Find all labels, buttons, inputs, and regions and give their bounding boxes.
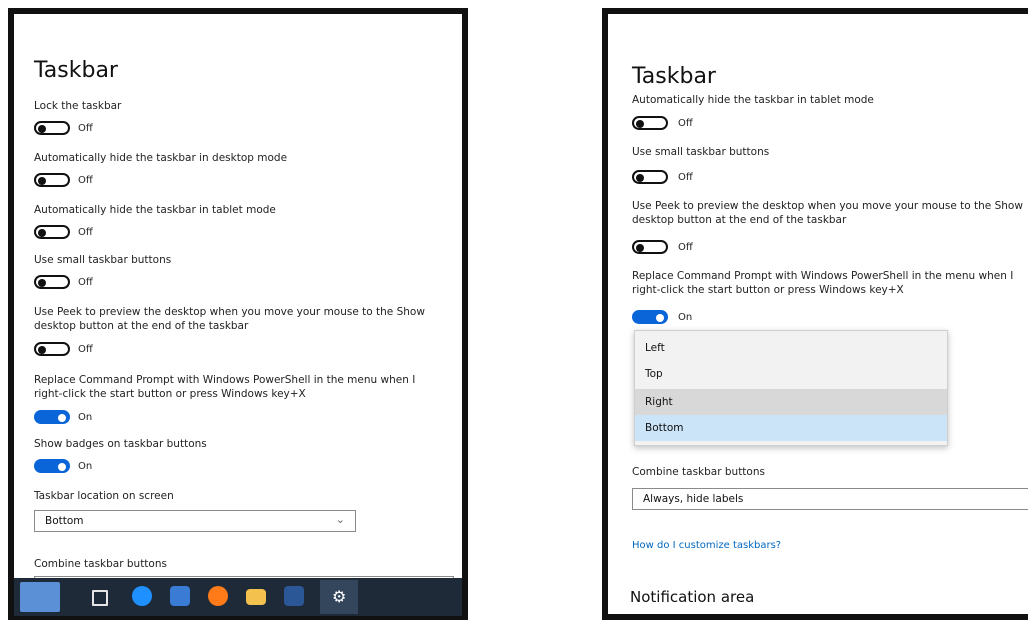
customize-help-link[interactable]: How do I customize taskbars? [632,540,781,551]
powershell-toggle[interactable] [632,310,668,324]
lock-taskbar-label: Lock the taskbar [34,100,122,112]
file-explorer-icon[interactable] [246,589,266,605]
autohide-tablet-toggle[interactable] [34,225,70,239]
autohide-desktop-toggle[interactable] [34,173,70,187]
lock-taskbar-state: Off [78,123,93,134]
powershell-state: On [678,312,693,323]
location-option-top[interactable]: Top [635,361,947,387]
powershell-label: Replace Command Prompt with Windows Powe… [632,270,1014,296]
small-buttons-label: Use small taskbar buttons [34,254,172,266]
autohide-desktop-state: Off [78,175,93,186]
peek-label: Use Peek to preview the desktop when you… [632,200,1023,226]
badges-toggle[interactable] [34,459,70,473]
small-buttons-toggle[interactable] [632,170,668,184]
peek-toggle[interactable] [632,240,668,254]
powershell-label: Replace Command Prompt with Windows Powe… [34,374,416,400]
small-buttons-state: Off [78,277,93,288]
combine-value: Always, hide labels [643,493,744,505]
peek-state: Off [78,344,93,355]
user-avatar-icon[interactable] [20,582,60,612]
windows-taskbar: ⚙ [14,578,462,616]
settings-app-button[interactable]: ⚙ [320,580,358,614]
peek-toggle[interactable] [34,342,70,356]
combine-label: Combine taskbar buttons [34,558,167,570]
chevron-down-icon: ⌄ [335,513,345,526]
page-title: Taskbar [632,64,716,89]
autohide-tablet-toggle[interactable] [632,116,668,130]
autohide-tablet-label: Automatically hide the taskbar in tablet… [34,204,276,216]
settings-icon: ⚙ [332,587,347,606]
combine-label: Combine taskbar buttons [632,466,765,478]
badges-label: Show badges on taskbar buttons [34,438,207,450]
location-label: Taskbar location on screen [34,490,174,502]
taskbar-location-select[interactable]: Bottom ⌄ [34,510,356,532]
peek-state: Off [678,242,693,253]
page-title: Taskbar [34,58,118,83]
location-option-bottom[interactable]: Bottom [635,415,947,441]
taskbar-location-value: Bottom [45,515,84,527]
task-view-icon[interactable] [92,590,108,606]
word-icon[interactable] [284,586,304,606]
autohide-tablet-state: Off [678,118,693,129]
notification-area-heading: Notification area [630,588,755,606]
store-icon[interactable] [170,586,190,606]
small-buttons-state: Off [678,172,693,183]
right-settings-window: Taskbar Automatically hide the taskbar i… [602,8,1028,620]
lock-taskbar-toggle[interactable] [34,121,70,135]
combine-select[interactable]: Always, hide labels [632,488,1028,510]
firefox-icon[interactable] [208,586,228,606]
autohide-tablet-state: Off [78,227,93,238]
small-buttons-toggle[interactable] [34,275,70,289]
badges-state: On [78,461,93,472]
location-option-left[interactable]: Left [635,335,947,361]
edge-icon[interactable] [132,586,152,606]
left-settings-window: Taskbar Lock the taskbar Off Automatical… [8,8,468,620]
location-option-right[interactable]: Right [635,389,947,415]
taskbar-location-dropdown: Left Top Right Bottom [634,330,948,446]
small-buttons-label: Use small taskbar buttons [632,146,770,158]
powershell-toggle[interactable] [34,410,70,424]
peek-label: Use Peek to preview the desktop when you… [34,306,425,332]
powershell-state: On [78,412,93,423]
autohide-tablet-label: Automatically hide the taskbar in tablet… [632,94,874,106]
autohide-desktop-label: Automatically hide the taskbar in deskto… [34,152,288,164]
